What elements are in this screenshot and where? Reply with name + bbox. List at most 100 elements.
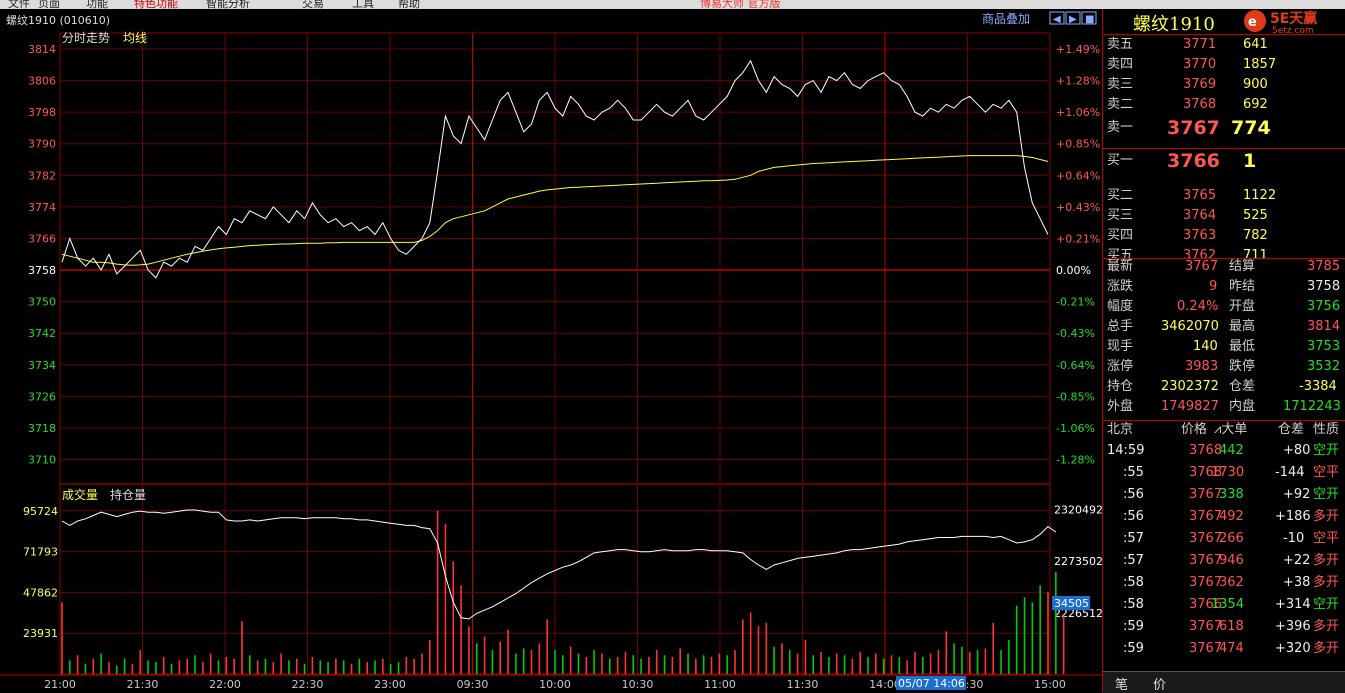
prev-icon: ◀ (1053, 14, 1061, 25)
tick-oi-change: +396 (1275, 619, 1311, 634)
tick-oi-change: +22 (1283, 553, 1311, 568)
chart-nav-buttons[interactable]: ◀ ▶ ■ (1049, 11, 1097, 25)
intraday-chart[interactable]: 3814 +1.49% 3806 +1.28% 3798 +1.06% 3790 +0.85%… (0, 9, 1102, 692)
legend-avg: 均线 (123, 31, 147, 45)
volume-tick: 47862 (23, 586, 58, 599)
ask-label: 卖一 (1107, 120, 1134, 135)
bid-label: 买四 (1107, 228, 1134, 243)
stat-row: 持仓 2302372 仓差 -3384 (1103, 377, 1345, 397)
stat-value: 9 (1209, 279, 1218, 294)
tick-nature: 多开 (1313, 575, 1340, 590)
tick-nature: 空开 (1313, 487, 1340, 502)
tick-volume: 1354 (1211, 597, 1245, 612)
stat-value: 3785 (1307, 259, 1341, 274)
menu-item[interactable]: 页面 (38, 0, 60, 9)
menu-item[interactable]: 交易 (302, 0, 324, 9)
tick-time: 14:59 (1107, 443, 1145, 458)
tick-price: 3767 (1189, 575, 1223, 590)
stat-row: 涨跌 9 昨结 3758 (1103, 277, 1345, 297)
stat-row: 最新 3767 结算 3785 (1103, 257, 1345, 277)
tick-volume: 474 (1219, 641, 1244, 656)
stat-value: 3814 (1307, 319, 1341, 334)
oi-tick: 2320492 (1054, 503, 1102, 516)
bid-row: 买二 3765 1122 (1103, 186, 1345, 206)
ask-label: 卖三 (1107, 77, 1134, 92)
tick-time: :57 (1123, 531, 1144, 546)
tab-trades[interactable]: 笔 (1115, 674, 1128, 693)
time-tick: 21:30 (127, 678, 159, 691)
time-tick: 10:30 (622, 678, 654, 691)
stat-label: 开盘 (1229, 299, 1256, 314)
price-tick: 3774 (28, 201, 56, 214)
legend-open-interest: 持仓量 (110, 487, 146, 502)
bid-row: 买四 3763 782 (1103, 226, 1345, 246)
tick-volume: 442 (1219, 443, 1244, 458)
ask-price: 3769 (1183, 77, 1217, 92)
bid-qty: 1 (1243, 150, 1257, 172)
tick-row: :55 3768 1730 -144 空平 (1103, 463, 1345, 483)
open-interest-line (61, 509, 1057, 620)
price-tick: 3734 (28, 359, 56, 372)
menu-item[interactable]: 文件 (8, 0, 30, 9)
ask-price: 3770 (1183, 57, 1217, 72)
ask-row: 卖三 3769 900 (1103, 75, 1345, 95)
bid-label: 买三 (1107, 208, 1134, 223)
stat-row: 涨停 3983 跌停 3532 (1103, 357, 1345, 377)
stat-label: 总手 (1107, 319, 1134, 334)
stat-label: 持仓 (1107, 379, 1134, 394)
overlay-commodity-button[interactable]: 商品叠加 (982, 11, 1030, 26)
stat-label: 最新 (1107, 259, 1134, 274)
percent-tick: -0.85% (1056, 390, 1095, 403)
percent-tick: -1.28% (1056, 454, 1095, 467)
zoom-icon: ■ (1085, 14, 1094, 25)
time-tick: 22:30 (292, 678, 324, 691)
time-tick: 15:00 (1034, 678, 1066, 691)
stat-label: 涨跌 (1107, 279, 1134, 294)
time-tick: 11:00 (704, 678, 736, 691)
menu-item[interactable]: 工具 (352, 0, 374, 9)
bid-price: 3765 (1183, 188, 1217, 203)
stat-label: 昨结 (1229, 279, 1256, 294)
percent-tick: +1.28% (1056, 75, 1100, 88)
bid-qty: 525 (1243, 208, 1268, 223)
tick-nature: 多开 (1313, 641, 1340, 656)
tab-prices[interactable]: 价 (1153, 674, 1166, 693)
stat-label: 结算 (1229, 259, 1256, 274)
tick-time: :56 (1123, 509, 1144, 524)
ask-price: 3767 (1167, 117, 1220, 139)
time-tick: 21:00 (44, 678, 76, 691)
tick-row: :59 3767 618 +396 多开 (1103, 617, 1345, 637)
tick-price: 3767 (1189, 619, 1223, 634)
stat-label: 现手 (1107, 339, 1134, 354)
price-tick: 3710 (28, 454, 56, 467)
stat-value: 1749827 (1161, 399, 1219, 414)
tick-nature: 多开 (1313, 509, 1340, 524)
stat-value: 1712243 (1283, 399, 1341, 414)
menu-item[interactable]: 智能分析 (206, 0, 250, 9)
tick-row: 14:59 3768 442 +80 空开 (1103, 441, 1345, 461)
bid-label: 买二 (1107, 188, 1134, 203)
menu-item[interactable]: 帮助 (398, 0, 420, 9)
bid-qty: 782 (1243, 228, 1268, 243)
stat-value: 3767 (1185, 259, 1219, 274)
bid-label: 买一 (1107, 153, 1134, 168)
percent-tick: -0.21% (1056, 296, 1095, 309)
ask-qty: 692 (1243, 97, 1268, 112)
time-tick: 23:00 (374, 678, 406, 691)
percent-tick: -0.43% (1056, 327, 1095, 340)
stat-label: 跌停 (1229, 359, 1256, 374)
footer-tabs: 笔 价 (1103, 671, 1345, 693)
tick-time: :56 (1123, 487, 1144, 502)
legend-volume: 成交量 (62, 487, 98, 502)
stat-row: 总手 3462070 最高 3814 (1103, 317, 1345, 337)
menu-item[interactable]: 特色功能 (134, 0, 178, 9)
tick-volume: 946 (1219, 553, 1244, 568)
symbol-title: 螺纹1910 (1133, 14, 1215, 35)
ask-label: 卖五 (1107, 37, 1134, 52)
menu-item[interactable]: 功能 (86, 0, 108, 9)
percent-tick: +0.64% (1056, 169, 1100, 182)
ask-row: 卖二 3768 692 (1103, 95, 1345, 115)
tick-price: 3767 (1189, 487, 1223, 502)
stat-value: 3532 (1307, 359, 1341, 374)
stat-label: 最高 (1229, 319, 1256, 334)
